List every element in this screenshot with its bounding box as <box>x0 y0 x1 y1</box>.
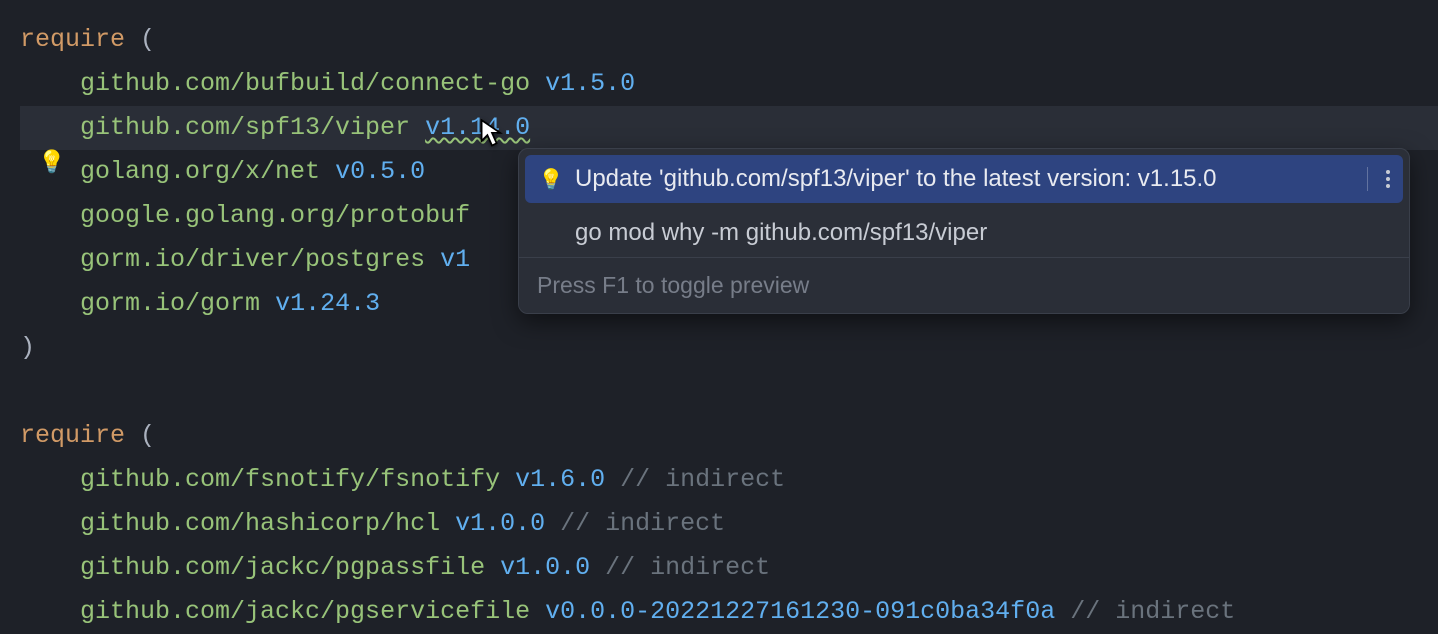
code-line-empty[interactable] <box>20 370 1438 414</box>
package-path: github.com/hashicorp/hcl <box>80 509 440 538</box>
close-paren: ) <box>20 333 35 362</box>
package-version: v0.5.0 <box>335 157 425 186</box>
comment-indirect: // indirect <box>1070 597 1235 626</box>
package-version: v1 <box>440 245 470 274</box>
code-line[interactable]: require ( <box>20 18 1438 62</box>
comment-indirect: // indirect <box>620 465 785 494</box>
open-paren: ( <box>125 25 155 54</box>
keyword-require: require <box>20 421 125 450</box>
package-path: github.com/fsnotify/fsnotify <box>80 465 500 494</box>
code-line[interactable]: github.com/bufbuild/connect-go v1.5.0 <box>20 62 1438 106</box>
keyword-require: require <box>20 25 125 54</box>
intention-action-update[interactable]: 💡 Update 'github.com/spf13/viper' to the… <box>525 155 1403 203</box>
more-options-icon[interactable] <box>1367 167 1391 191</box>
package-version: v1.5.0 <box>545 69 635 98</box>
code-line[interactable]: github.com/jackc/pgpassfile v1.0.0 // in… <box>20 546 1438 590</box>
package-path: google.golang.org/protobuf <box>80 201 470 230</box>
package-version: v1.6.0 <box>515 465 605 494</box>
package-path: github.com/jackc/pgservicefile <box>80 597 530 626</box>
intention-label: go mod why -m github.com/spf13/viper <box>575 219 1393 247</box>
lightbulb-icon: 💡 <box>537 167 565 192</box>
intention-label: Update 'github.com/spf13/viper' to the l… <box>575 165 1355 193</box>
code-line[interactable]: github.com/hashicorp/hcl v1.0.0 // indir… <box>20 502 1438 546</box>
package-path: github.com/spf13/viper <box>80 113 410 142</box>
package-version-warning: v1.14.0 <box>425 113 530 142</box>
package-path: github.com/bufbuild/connect-go <box>80 69 530 98</box>
package-path: github.com/jackc/pgpassfile <box>80 553 485 582</box>
package-version: v1.24.3 <box>275 289 380 318</box>
code-line[interactable]: github.com/jackc/pgservicefile v0.0.0-20… <box>20 590 1438 634</box>
intention-actions-popup: 💡 Update 'github.com/spf13/viper' to the… <box>518 148 1410 314</box>
package-version: v1.0.0 <box>500 553 590 582</box>
popup-hint: Press F1 to toggle preview <box>519 257 1409 313</box>
intention-action-go-mod-why[interactable]: go mod why -m github.com/spf13/viper <box>519 209 1409 257</box>
package-path: golang.org/x/net <box>80 157 320 186</box>
code-editor[interactable]: require ( github.com/bufbuild/connect-go… <box>0 0 1438 634</box>
code-line[interactable]: require ( <box>20 414 1438 458</box>
package-version: v0.0.0-20221227161230-091c0ba34f0a <box>545 597 1055 626</box>
code-line-highlighted[interactable]: 💡github.com/spf13/viper v1.14.0 <box>20 106 1438 150</box>
comment-indirect: // indirect <box>605 553 770 582</box>
package-path: gorm.io/gorm <box>80 289 260 318</box>
package-path: gorm.io/driver/postgres <box>80 245 425 274</box>
package-version: v1.0.0 <box>455 509 545 538</box>
code-line[interactable]: ) <box>20 326 1438 370</box>
open-paren: ( <box>125 421 155 450</box>
code-line[interactable]: github.com/fsnotify/fsnotify v1.6.0 // i… <box>20 458 1438 502</box>
comment-indirect: // indirect <box>560 509 725 538</box>
